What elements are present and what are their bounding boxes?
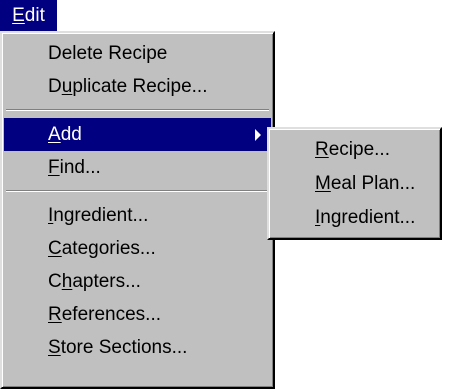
submenu-arrow-icon	[255, 128, 261, 141]
menu-item-categories[interactable]: Categories...	[2, 232, 273, 265]
menu-edit-rest: dit	[24, 5, 45, 26]
menu-item-find[interactable]: Find...	[2, 151, 273, 184]
menu-item-delete-recipe[interactable]: Delete Recipe	[2, 37, 273, 70]
add-submenu: Recipe... Meal Plan... Ingredient...	[267, 127, 442, 240]
menu-separator	[6, 109, 269, 111]
menu-edit-key: E	[12, 5, 25, 26]
menu-item-store-sections[interactable]: Store Sections...	[2, 331, 273, 364]
edit-menu: Delete Recipe Duplicate Recipe... Add Fi…	[0, 31, 275, 389]
menu-item-chapters[interactable]: Chapters...	[2, 265, 273, 298]
menu-item-add[interactable]: Add	[4, 118, 271, 151]
menu-item-label: Delete Recipe	[48, 43, 168, 64]
menu-separator	[6, 190, 269, 192]
submenu-item-ingredient[interactable]: Ingredient...	[269, 201, 440, 235]
submenu-item-recipe[interactable]: Recipe...	[269, 133, 440, 167]
menu-item-references[interactable]: References...	[2, 298, 273, 331]
submenu-item-meal-plan[interactable]: Meal Plan...	[269, 167, 440, 201]
menu-item-ingredient[interactable]: Ingredient...	[2, 199, 273, 232]
menu-item-duplicate-recipe[interactable]: Duplicate Recipe...	[2, 70, 273, 103]
menu-edit[interactable]: Edit	[0, 0, 57, 31]
